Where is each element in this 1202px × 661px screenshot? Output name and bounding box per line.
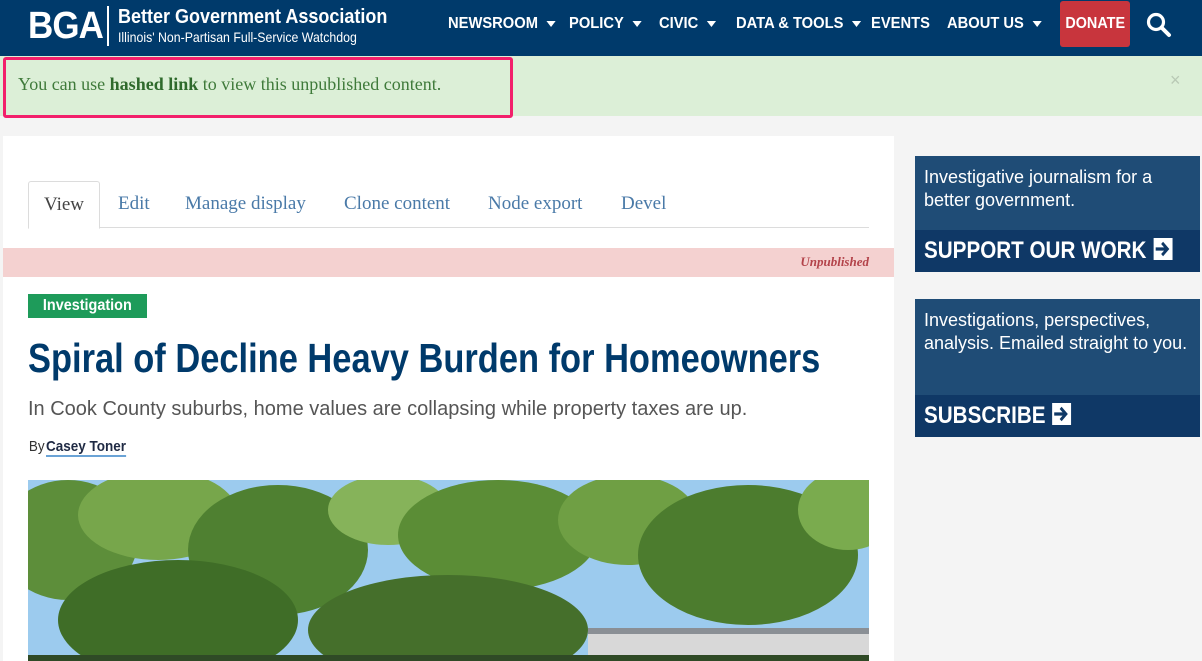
- chevron-down-icon: [1032, 20, 1042, 27]
- donate-button[interactable]: DONATE: [1060, 1, 1130, 47]
- status-text: You can use hashed link to view this unp…: [18, 74, 441, 95]
- subscribe-cta: SUBSCRIBE: [924, 401, 1072, 431]
- support-promo-text: Investigative journalism for a better go…: [924, 167, 1153, 210]
- main-content: View Edit Manage display Clone content N…: [3, 136, 894, 661]
- tab-manage-display[interactable]: Manage display: [185, 181, 306, 227]
- hero-image: [28, 480, 869, 661]
- nav-about-us[interactable]: ABOUT US: [947, 0, 1042, 48]
- byline-prefix: By: [28, 438, 45, 455]
- chevron-down-icon: [546, 20, 556, 27]
- arrow-right-icon: [1052, 403, 1072, 425]
- tab-devel[interactable]: Devel: [621, 181, 666, 227]
- unpublished-label: Unpublished: [800, 254, 869, 269]
- article-subtitle: In Cook County suburbs, home values are …: [28, 398, 748, 420]
- nav-label: CIVIC: [659, 15, 699, 32]
- status-prefix: You can use: [18, 74, 110, 94]
- subscribe-cta-label: SUBSCRIBE: [924, 402, 1046, 429]
- close-icon[interactable]: ×: [1170, 70, 1181, 91]
- tab-view[interactable]: View: [28, 181, 100, 229]
- status-suffix: to view this unpublished content.: [198, 74, 442, 94]
- nav-events[interactable]: EVENTS: [871, 0, 930, 48]
- subscribe-button[interactable]: SUBSCRIBE: [915, 395, 1200, 437]
- status-message: You can use hashed link to view this unp…: [0, 56, 1202, 118]
- subscribe-promo: Investigations, perspectives, analysis. …: [915, 299, 1200, 437]
- support-cta: SUPPORT OUR WORK: [924, 236, 1173, 266]
- tab-edit[interactable]: Edit: [118, 181, 150, 227]
- tab-node-export[interactable]: Node export: [488, 181, 582, 227]
- category-badge[interactable]: Investigation: [28, 294, 147, 318]
- logo-org-name[interactable]: Better Government Association: [118, 6, 387, 28]
- support-our-work-button[interactable]: SUPPORT OUR WORK: [915, 230, 1200, 272]
- support-cta-label: SUPPORT OUR WORK: [924, 237, 1147, 264]
- author-link[interactable]: Casey Toner: [45, 438, 126, 457]
- chevron-down-icon: [851, 20, 861, 27]
- nav-label: NEWSROOM: [448, 15, 538, 32]
- hero-photo-trees: [28, 480, 869, 661]
- hashed-link[interactable]: hashed link: [110, 74, 199, 94]
- nav-label: DATA & TOOLS: [736, 15, 844, 32]
- admin-tabs: View Edit Manage display Clone content N…: [28, 181, 869, 229]
- logo-divider: [107, 6, 109, 46]
- search-icon[interactable]: [1146, 12, 1172, 38]
- unpublished-banner: Unpublished: [3, 248, 894, 277]
- logo-tagline: Illinois' Non-Partisan Full-Service Watc…: [118, 29, 357, 45]
- nav-newsroom[interactable]: NEWSROOM: [448, 0, 556, 48]
- nav-label: ABOUT US: [947, 15, 1024, 32]
- nav-civic[interactable]: CIVIC: [659, 0, 716, 48]
- nav-label: EVENTS: [871, 15, 930, 32]
- support-promo: Investigative journalism for a better go…: [915, 156, 1200, 272]
- article-title: Spiral of Decline Heavy Burden for Homeo…: [28, 335, 821, 381]
- logo-mark[interactable]: BGA: [28, 4, 104, 48]
- chevron-down-icon: [632, 20, 642, 27]
- nav-label: POLICY: [569, 15, 624, 32]
- arrow-right-icon: [1153, 238, 1173, 260]
- site-header: BGA Better Government Association Illino…: [0, 0, 1202, 56]
- chevron-down-icon: [706, 20, 716, 27]
- byline: By Casey Toner: [28, 438, 134, 457]
- subscribe-promo-text: Investigations, perspectives, analysis. …: [924, 310, 1188, 353]
- nav-data-tools[interactable]: DATA & TOOLS: [736, 0, 861, 48]
- tab-clone-content[interactable]: Clone content: [344, 181, 450, 227]
- donate-label: DONATE: [1065, 15, 1125, 32]
- nav-policy[interactable]: POLICY: [569, 0, 642, 48]
- category-label: Investigation: [42, 297, 132, 314]
